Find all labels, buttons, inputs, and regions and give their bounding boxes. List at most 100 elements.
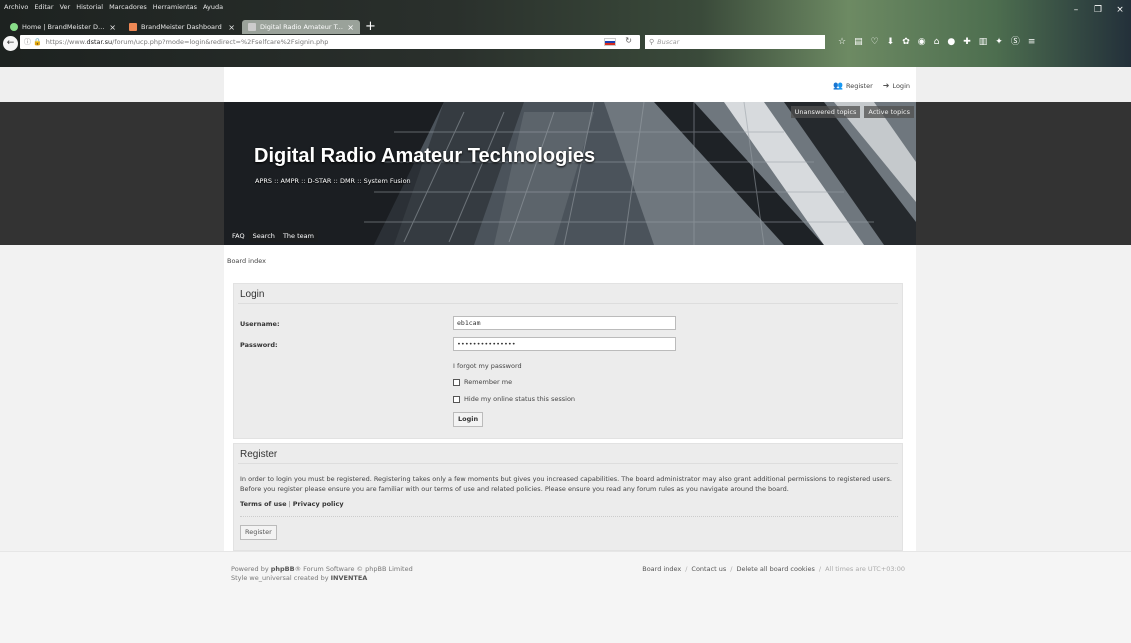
search-icon: ⚲ <box>649 38 655 46</box>
main-content: Board index Login Username: eb1cam Passw… <box>224 245 916 551</box>
toolbar-icons: ☆ ▤ ♡ ⬇ ✿ ◉ ⌂ ● ✚ ▥ ✦ Ⓢ ≡ <box>838 35 1035 49</box>
address-bar[interactable]: ⓘ 🔒 https://www.dstar.su/forum/ucp.php?m… <box>20 35 640 49</box>
register-info-text: In order to login you must be registered… <box>240 475 892 493</box>
top-strip: 👥 Register ➜ Login <box>0 67 1131 102</box>
menu-ayuda[interactable]: Ayuda <box>203 1 223 13</box>
active-topics-button[interactable]: Active topics <box>864 106 914 118</box>
menu-historial[interactable]: Historial <box>76 1 103 13</box>
forum-favicon-icon <box>248 23 256 31</box>
hide-online-status-label: Hide my online status this session <box>464 395 576 403</box>
forum-title[interactable]: Digital Radio Amateur Technologies <box>254 145 595 168</box>
register-button[interactable]: Register <box>240 525 277 540</box>
reading-list-icon[interactable]: ▤ <box>854 35 863 49</box>
checkbox-icon[interactable] <box>453 378 460 386</box>
top-bar: 👥 Register ➜ Login <box>224 67 916 102</box>
inventea-link[interactable]: INVENTEA <box>331 574 368 582</box>
skype-icon[interactable]: Ⓢ <box>1011 35 1020 49</box>
register-heading: Register <box>238 444 898 464</box>
user-links: 👥 Register ➜ Login <box>833 81 910 90</box>
pocket-icon[interactable]: ♡ <box>871 35 879 49</box>
menu-editar[interactable]: Editar <box>34 1 53 13</box>
login-panel: Login Username: eb1cam Password: •••••••… <box>233 283 903 439</box>
info-icon[interactable]: ⓘ <box>24 37 31 47</box>
footer-board-index-link[interactable]: Board index <box>642 565 681 573</box>
url-domain: dstar.su <box>86 38 113 46</box>
tab-brandmeister-home[interactable]: Home | BrandMeister DM... × <box>4 20 122 34</box>
russia-flag-icon <box>604 38 616 46</box>
menu-bar: Archivo Editar Ver Historial Marcadores … <box>4 1 223 13</box>
sign-in-icon: ➜ <box>882 81 890 90</box>
forgot-password-link[interactable]: I forgot my password <box>453 362 522 370</box>
menu-archivo[interactable]: Archivo <box>4 1 28 13</box>
login-heading: Login <box>238 284 898 304</box>
minimize-button[interactable]: – <box>1065 0 1087 20</box>
register-link-label: Register <box>845 81 873 90</box>
new-tab-icon[interactable]: + <box>365 20 376 34</box>
nav-search[interactable]: Search <box>248 230 279 242</box>
timezone-text: All times are UTC+03:00 <box>825 565 905 573</box>
addon-icon[interactable]: ✚ <box>963 35 971 49</box>
header-nav: FAQ Search The team <box>228 230 318 242</box>
close-tab-icon[interactable]: × <box>347 23 354 32</box>
url-path: /forum/ucp.php?mode=login&redirect=%2Fse… <box>112 38 329 46</box>
tab-title: BrandMeister Dashboard <box>141 23 222 31</box>
checkbox-icon[interactable] <box>453 395 460 403</box>
password-input[interactable]: ••••••••••••••• <box>453 337 676 351</box>
bookmark-star-icon[interactable]: ☆ <box>838 35 846 49</box>
addon-icon[interactable]: ▥ <box>979 35 988 49</box>
remember-me-label: Remember me <box>464 378 513 386</box>
delete-cookies-link[interactable]: Delete all board cookies <box>736 565 814 573</box>
nav-the-team[interactable]: The team <box>278 230 318 242</box>
policy-links: Terms of use | Privacy policy <box>240 500 344 508</box>
login-link-label: Login <box>892 81 910 90</box>
window-controls: – ❐ × <box>1065 0 1131 20</box>
web-page: 👥 Register ➜ Login Digital Radio Amateur… <box>0 67 1131 643</box>
maximize-button[interactable]: ❐ <box>1087 0 1109 20</box>
phpbb-link[interactable]: phpBB <box>271 565 295 573</box>
addon-icon[interactable]: ● <box>947 35 955 49</box>
separator: / <box>730 565 733 573</box>
unanswered-topics-button[interactable]: Unanswered topics <box>790 106 861 118</box>
tab-brandmeister-dashboard[interactable]: BrandMeister Dashboard × <box>123 20 241 34</box>
user-add-icon: 👥 <box>833 81 843 90</box>
reload-icon[interactable]: ↻ <box>625 36 632 45</box>
header-quick-links: Unanswered topics Active topics <box>790 106 914 118</box>
back-button[interactable]: ← <box>3 35 18 51</box>
nav-faq[interactable]: FAQ <box>228 230 249 242</box>
menu-ver[interactable]: Ver <box>60 1 71 13</box>
close-window-button[interactable]: × <box>1109 0 1131 20</box>
menu-herramientas[interactable]: Herramientas <box>153 1 197 13</box>
addon-icon[interactable]: ✦ <box>995 35 1003 49</box>
powered-suffix: ® Forum Software © phpBB Limited <box>294 565 413 573</box>
privacy-policy-link[interactable]: Privacy policy <box>293 500 344 508</box>
login-button[interactable]: Login <box>453 412 484 427</box>
terms-of-use-link[interactable]: Terms of use <box>240 500 287 508</box>
tab-strip: Home | BrandMeister DM... × BrandMeister… <box>4 19 376 34</box>
skyscraper-background <box>224 102 916 245</box>
download-icon[interactable]: ⬇ <box>887 35 895 49</box>
menu-marcadores[interactable]: Marcadores <box>109 1 147 13</box>
close-tab-icon[interactable]: × <box>109 23 116 32</box>
home-icon[interactable]: ⌂ <box>934 35 940 49</box>
addon-icon[interactable]: ◉ <box>918 35 926 49</box>
username-label: Username: <box>240 320 280 328</box>
hamburger-menu-icon[interactable]: ≡ <box>1028 35 1036 49</box>
register-link[interactable]: 👥 Register <box>833 81 873 90</box>
close-tab-icon[interactable]: × <box>228 23 235 32</box>
style-prefix: Style we_universal created by <box>231 574 331 582</box>
addon-icon[interactable]: ✿ <box>902 35 910 49</box>
forum-subtitle: APRS :: AMPR :: D-STAR :: DMR :: System … <box>255 177 411 185</box>
tab-title: Digital Radio Amateur Techno... <box>260 23 343 31</box>
navigation-bar: ← ⓘ 🔒 https://www.dstar.su/forum/ucp.php… <box>0 34 1131 52</box>
breadcrumb[interactable]: Board index <box>227 257 266 265</box>
brandmeister-favicon-icon <box>10 23 18 31</box>
username-input[interactable]: eb1cam <box>453 316 676 330</box>
hide-online-status-checkbox[interactable]: Hide my online status this session <box>453 395 575 403</box>
password-label: Password: <box>240 341 278 349</box>
contact-us-link[interactable]: Contact us <box>691 565 726 573</box>
search-box[interactable]: ⚲ Buscar <box>645 35 825 49</box>
tab-digital-radio[interactable]: Digital Radio Amateur Techno... × <box>242 20 360 34</box>
login-link[interactable]: ➜ Login <box>883 81 910 90</box>
remember-me-checkbox[interactable]: Remember me <box>453 378 512 386</box>
footer-credits: Powered by phpBB® Forum Software © phpBB… <box>231 565 413 583</box>
